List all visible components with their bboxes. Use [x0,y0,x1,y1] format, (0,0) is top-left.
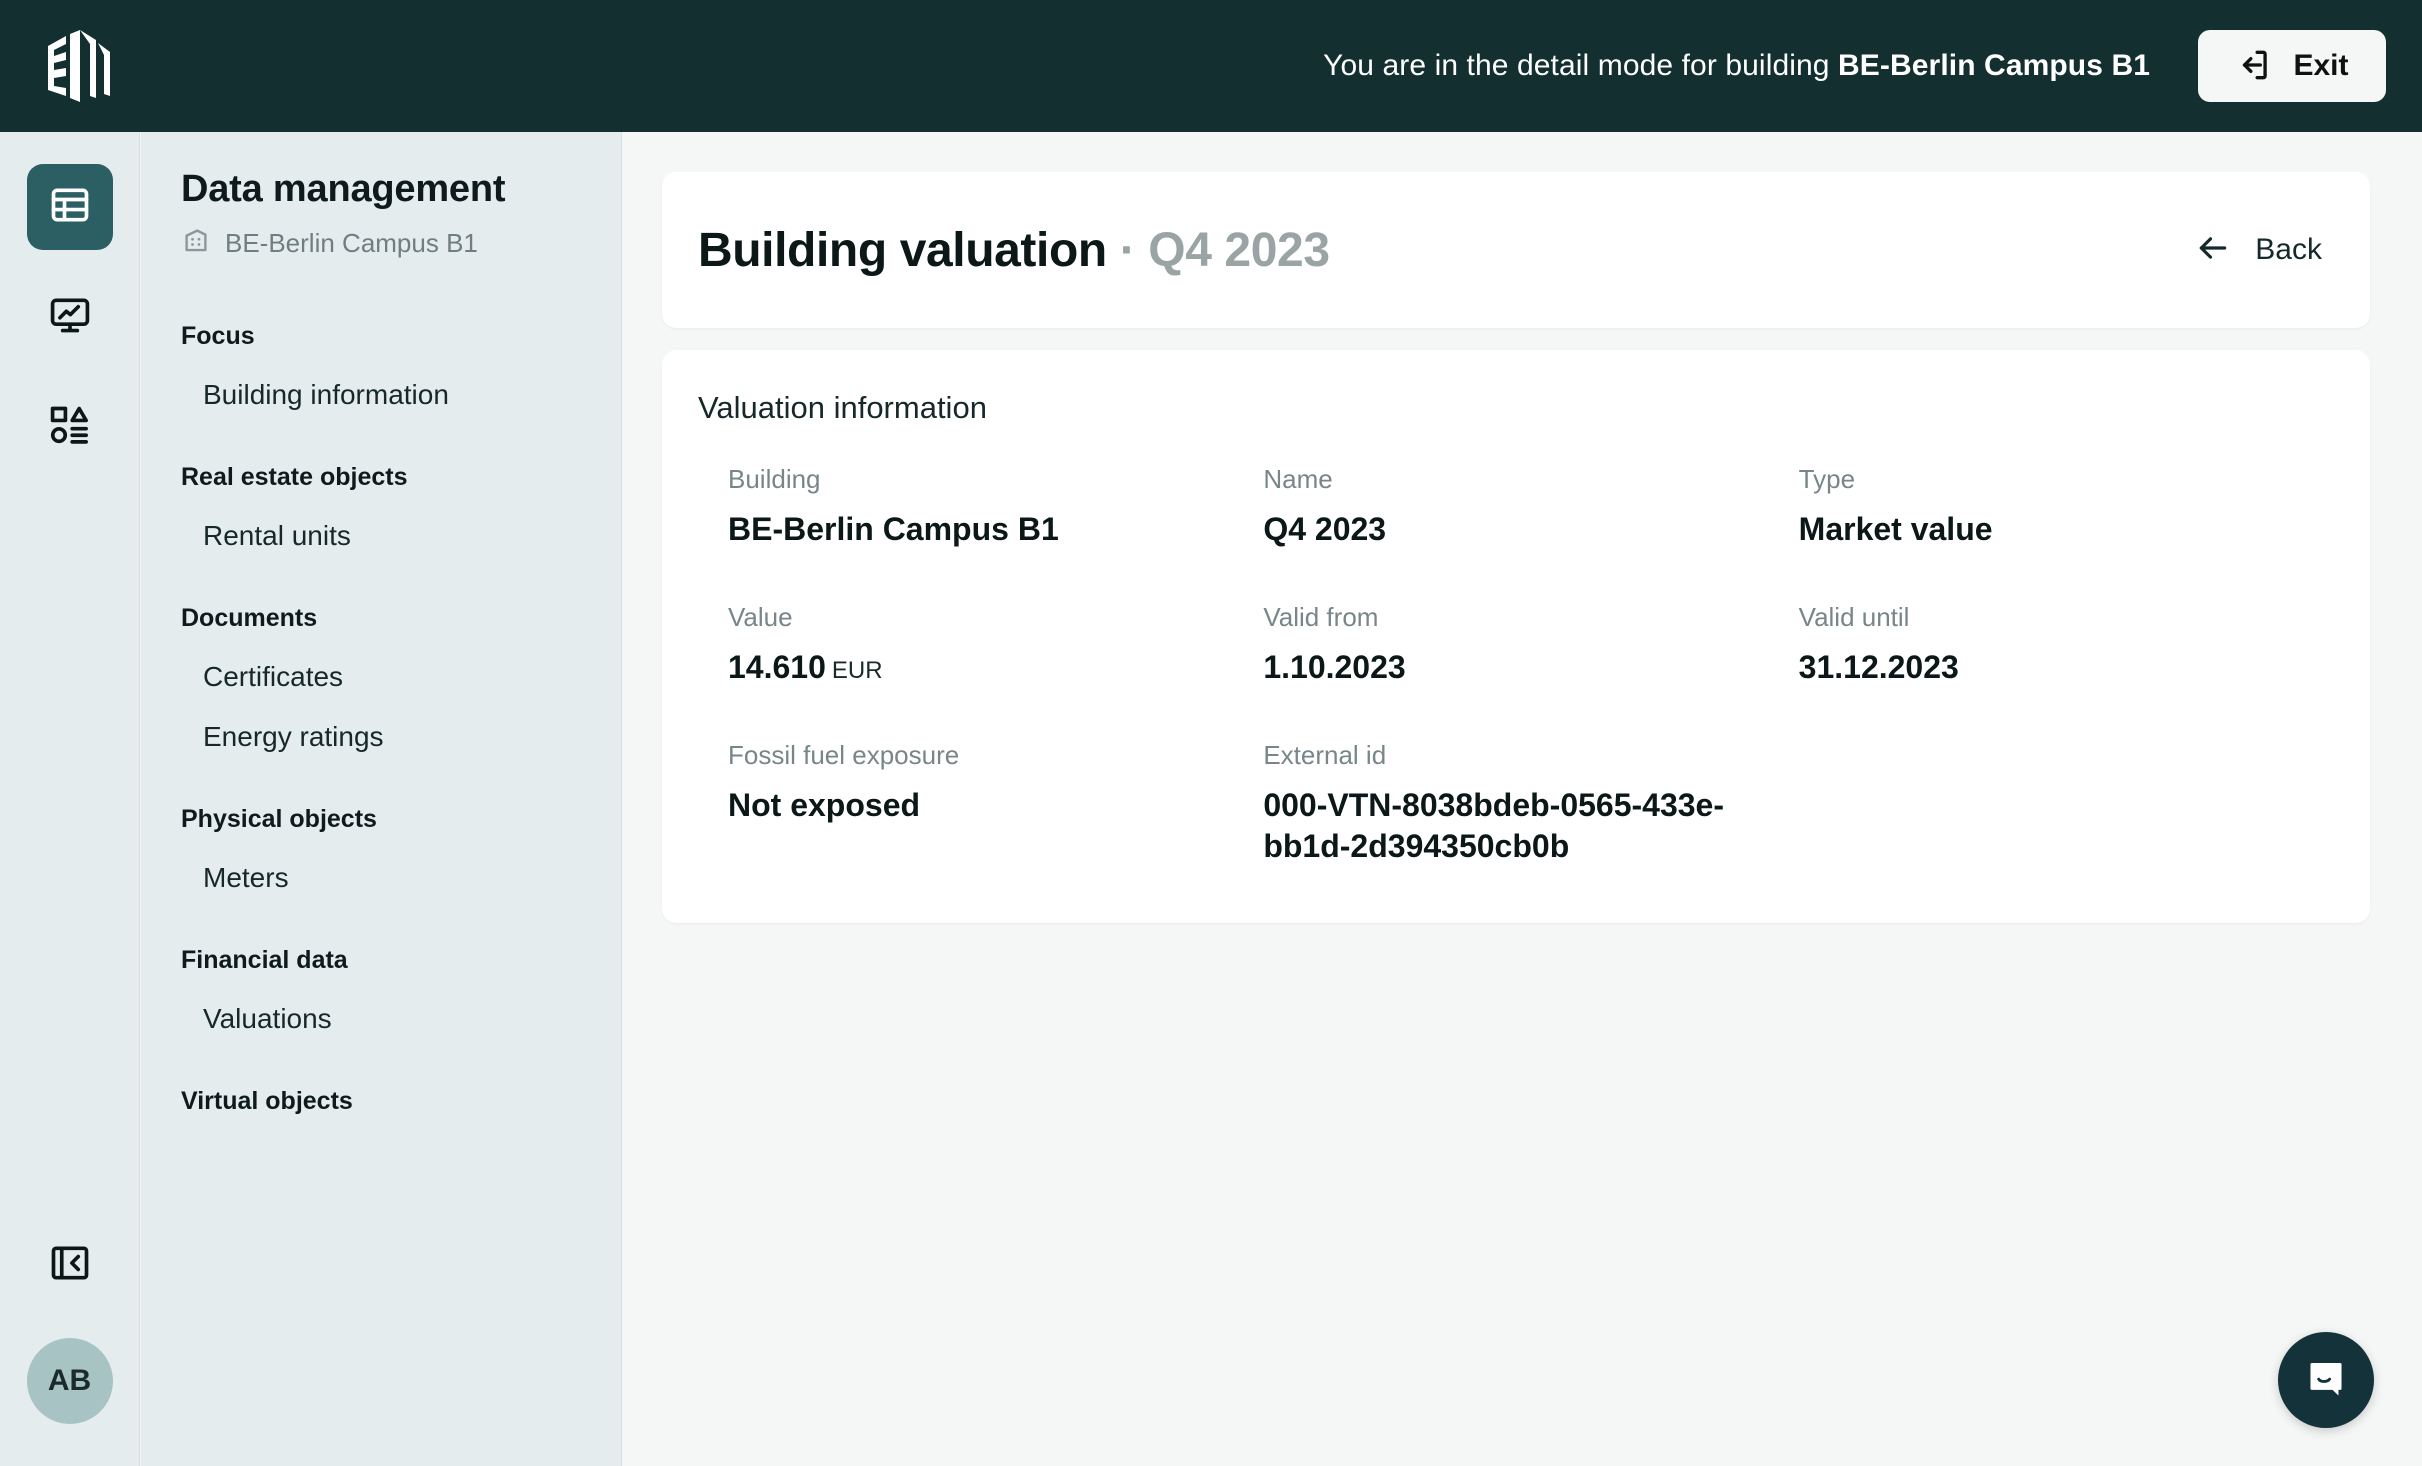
field-external-id: External id 000-VTN-8038bdeb-0565-433e-b… [1263,740,1798,867]
exit-button-label: Exit [2293,49,2349,82]
field-name: Name Q4 2023 [1263,464,1798,550]
collapse-sidebar-icon [48,1241,92,1290]
nav-group-financial-data: Financial data [181,946,348,974]
detail-mode-message: You are in the detail mode for building … [1323,49,2150,83]
valuation-information-card: Valuation information Building BE-Berlin… [662,350,2370,923]
field-label: Building [728,464,821,494]
breadcrumb: BE-Berlin Campus B1 [141,211,621,262]
valuation-field-grid: Building BE-Berlin Campus B1 Name Q4 202… [698,464,2334,867]
field-type: Type Market value [1799,464,2334,550]
sidebar-item-rental-units[interactable]: Rental units [141,520,621,552]
rail-item-data-management[interactable] [26,164,113,250]
nav-group-real-estate-objects: Real estate objects [181,463,408,491]
field-value: 000-VTN-8038bdeb-0565-433e-bb1d-2d394350… [1263,786,1724,864]
sidebar-item-certificates[interactable]: Certificates [141,661,621,693]
icon-rail: AB [0,132,140,1466]
field-label: External id [1263,739,1387,770]
field-value: 31.12.2023 [1798,648,1959,685]
field-building: Building BE-Berlin Campus B1 [728,464,1263,550]
collapse-sidebar-button[interactable] [27,1222,113,1308]
field-label: Valid until [1798,601,1910,632]
section-title: Valuation information [698,390,987,425]
detail-mode-building-name: BE-Berlin Campus B1 [1838,49,2150,82]
valuation-title-main: Building valuation [698,223,1107,277]
shapes-list-icon [48,403,92,452]
breadcrumb-label: BE-Berlin Campus B1 [225,228,478,258]
field-fossil-fuel-exposure: Fossil fuel exposure Not exposed [728,740,1263,867]
field-label: Name [1263,464,1333,494]
secondary-nav-panel: Data management BE-Berlin Campus B1 Focu… [141,132,622,1466]
monitor-chart-icon [48,293,92,342]
back-button[interactable]: Back [2193,228,2322,273]
valuation-title-separator: · [1119,223,1136,277]
nav-group-documents: Documents [181,604,318,632]
back-button-label: Back [2255,233,2322,266]
exit-button[interactable]: Exit [2198,30,2386,102]
arrow-left-icon [2193,228,2233,273]
building-icon [181,225,211,262]
detail-mode-message-prefix: You are in the detail mode for building [1323,49,1830,82]
field-valid-until: Valid until 31.12.2023 [1799,602,2334,688]
top-header: You are in the detail mode for building … [0,0,2422,132]
field-label: Type [1798,464,1856,494]
nav-group-physical-objects: Physical objects [181,805,377,833]
sidebar-item-building-information[interactable]: Building information [141,379,621,411]
field-value: Not exposed [728,786,921,823]
sidebar-item-valuations[interactable]: Valuations [141,1003,621,1035]
avatar-initials: AB [47,1364,92,1397]
field-label: Value [728,601,793,632]
field-value-amount: Value 14.610 EUR [728,602,1263,688]
chat-bubble-icon [2303,1355,2349,1406]
logout-icon [2235,46,2273,87]
nav-group-focus: Focus [181,322,255,350]
avatar[interactable]: AB [26,1338,113,1424]
sidebar-item-energy-ratings[interactable]: Energy ratings [141,721,621,753]
table-icon [48,183,92,232]
field-value: Q4 2023 [1263,511,1387,547]
valuation-page-title: Building valuation · Q4 2023 [698,223,1330,278]
page-title: Data management [181,168,506,210]
field-valid-from: Valid from 1.10.2023 [1263,602,1798,688]
rail-item-objects[interactable] [27,384,113,470]
field-label: Valid from [1263,601,1379,632]
field-value-number: 14.610 [728,648,826,685]
page-header-card: Building valuation · Q4 2023 Back [662,172,2370,328]
field-value: BE-Berlin Campus B1 [728,511,1059,547]
valuation-title-suffix: Q4 2023 [1148,223,1330,277]
field-value-unit: EUR [831,656,883,684]
chat-button[interactable] [2278,1332,2374,1428]
nav-group-virtual-objects: Virtual objects [181,1087,353,1115]
field-value: 14.610 EUR [728,647,1198,688]
sidebar-item-meters[interactable]: Meters [141,862,621,894]
main-content: Building valuation · Q4 2023 Back Valuat… [622,132,2422,1466]
rail-item-analytics[interactable] [27,274,113,360]
field-label: Fossil fuel exposure [728,739,960,770]
field-value: Market value [1798,511,1993,547]
field-value: 1.10.2023 [1263,648,1406,685]
building-logo-icon[interactable] [40,26,118,106]
